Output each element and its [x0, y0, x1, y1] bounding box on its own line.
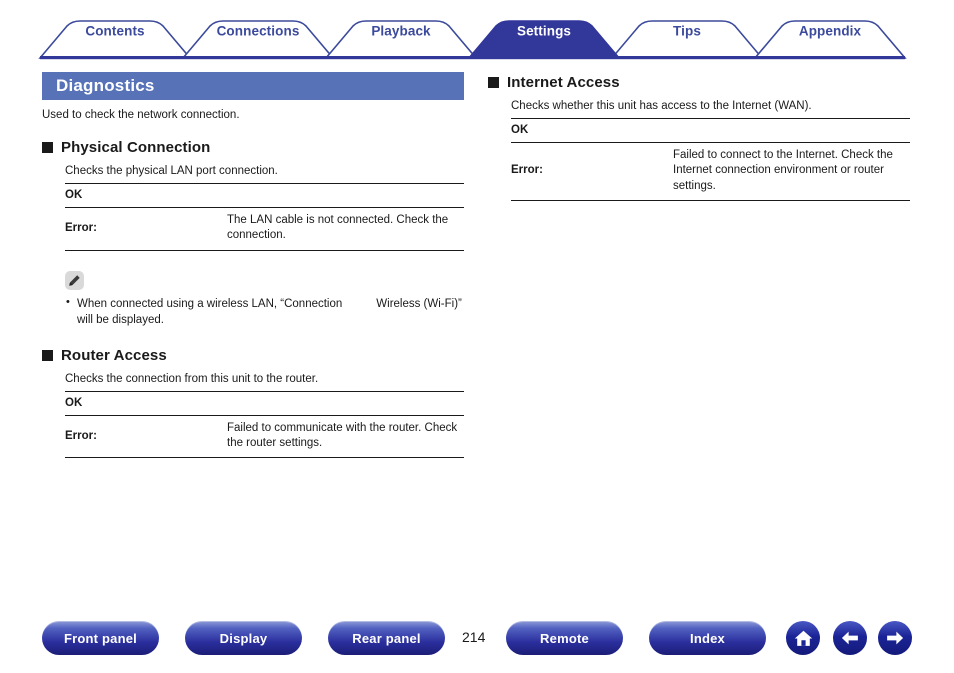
table-row: OK: [65, 182, 464, 209]
tab-connections[interactable]: Connections: [217, 24, 300, 39]
square-bullet-icon: [42, 349, 53, 361]
arrow-left-icon[interactable]: [833, 621, 867, 655]
status-value: Failed to communicate with the router. C…: [227, 415, 464, 459]
index-button[interactable]: Index: [649, 621, 766, 655]
footer-nav: Front panel Display Rear panel 214 Remot…: [0, 603, 954, 673]
status-value: [673, 117, 910, 144]
tab-contents[interactable]: Contents: [85, 24, 144, 39]
pencil-icon: [65, 270, 84, 290]
display-button[interactable]: Display: [185, 621, 302, 655]
tab-bar: Contents Connections Playback Settings T…: [0, 0, 954, 62]
arrow-right-icon[interactable]: [878, 621, 912, 655]
list-item: When connected using a wireless LAN, “Co…: [65, 295, 466, 329]
status-value: The LAN cable is not connected. Check th…: [227, 207, 464, 251]
section-description: Checks the physical LAN port connection.: [65, 165, 278, 177]
front-panel-button[interactable]: Front panel: [42, 621, 159, 655]
status-label: Error:: [65, 415, 227, 459]
tab-settings[interactable]: Settings: [517, 24, 571, 39]
section-router-access-body: Checks the connection from this unit to …: [42, 373, 466, 459]
section-heading-text: Internet Access: [507, 74, 620, 91]
page-intro: Used to check the network connection.: [42, 109, 240, 121]
section-internet-access-body: Checks whether this unit has access to t…: [488, 100, 912, 201]
pencil-glyph: [69, 274, 80, 286]
home-icon[interactable]: [786, 621, 820, 655]
router-access-table: OK Error: Failed to communicate with the…: [65, 390, 464, 459]
right-column: Internet Access Checks whether this unit…: [488, 62, 912, 201]
page-title: Diagnostics: [42, 72, 464, 100]
section-heading-text: Router Access: [61, 346, 167, 364]
status-value: [227, 182, 464, 209]
physical-connection-table: OK Error: The LAN cable is not connected…: [65, 182, 464, 251]
status-value: [227, 390, 464, 417]
status-label: OK: [511, 117, 673, 144]
left-column: Diagnostics Used to check the network co…: [42, 62, 466, 459]
tab-tips[interactable]: Tips: [673, 24, 701, 39]
section-router-access-heading: Router Access: [42, 347, 466, 364]
note-list: When connected using a wireless LAN, “Co…: [65, 295, 466, 329]
tab-playback[interactable]: Playback: [371, 24, 430, 39]
status-value: Failed to connect to the Internet. Check…: [673, 142, 910, 201]
note-text-before: When connected using a wireless LAN, “Co…: [77, 297, 343, 310]
rear-panel-button[interactable]: Rear panel: [328, 621, 445, 655]
table-row: OK: [65, 390, 464, 417]
table-row: Error: Failed to connect to the Internet…: [511, 142, 910, 201]
table-row: Error: Failed to communicate with the ro…: [65, 415, 464, 459]
remote-button[interactable]: Remote: [506, 621, 623, 655]
section-internet-access-heading: Internet Access: [488, 74, 912, 91]
status-label: Error:: [511, 142, 673, 201]
section-physical-connection-body: Checks the physical LAN port connection.…: [42, 165, 466, 251]
section-heading-text: Physical Connection: [61, 139, 211, 156]
status-label: OK: [65, 182, 227, 209]
tab-baseline: [40, 56, 905, 60]
section-description: Checks whether this unit has access to t…: [511, 100, 812, 112]
status-label: Error:: [65, 207, 227, 251]
table-row: Error: The LAN cable is not connected. C…: [65, 207, 464, 251]
page-content: Diagnostics Used to check the network co…: [0, 62, 954, 602]
status-label: OK: [65, 390, 227, 417]
page-title-text: Diagnostics: [56, 76, 155, 95]
page-number: 214: [462, 629, 486, 645]
section-description: Checks the connection from this unit to …: [65, 372, 319, 385]
table-row: OK: [511, 117, 910, 144]
note-block: When connected using a wireless LAN, “Co…: [42, 270, 466, 329]
tab-appendix[interactable]: Appendix: [799, 24, 861, 39]
square-bullet-icon: [42, 142, 53, 153]
home-glyph: [794, 630, 812, 646]
section-physical-connection-heading: Physical Connection: [42, 139, 466, 156]
arrow-left-glyph: [841, 631, 858, 645]
square-bullet-icon: [488, 77, 499, 88]
arrow-right-glyph: [887, 631, 904, 645]
internet-access-table: OK Error: Failed to connect to the Inter…: [511, 117, 910, 201]
